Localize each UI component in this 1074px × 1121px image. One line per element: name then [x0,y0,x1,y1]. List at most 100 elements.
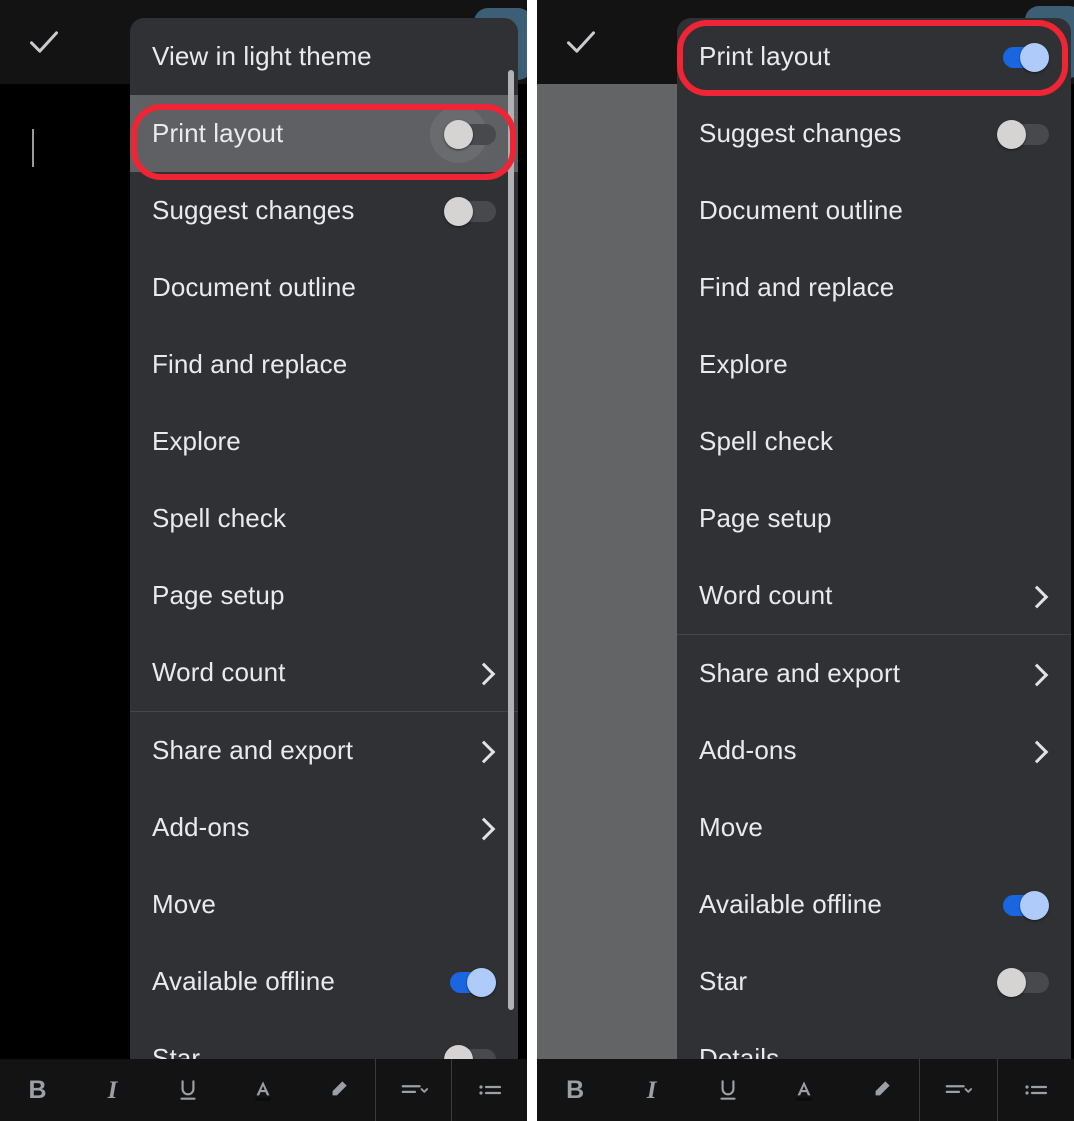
chevron-right-icon [474,740,496,762]
menu-item-star[interactable]: Star [677,943,1071,1020]
underline-icon [720,1080,736,1100]
bold-icon: B [566,1075,585,1104]
underline-button[interactable] [150,1059,225,1121]
menu-item-view-in-light-theme[interactable]: View in light theme [130,18,518,95]
star-toggle[interactable] [997,967,1049,997]
menu-item-explore[interactable]: Explore [130,403,518,480]
screenshot-stage: View in light theme Print layout Suggest… [0,0,1074,1121]
menu-item-label: View in light theme [152,41,372,71]
menu-item-add-ons[interactable]: Add-ons [130,789,518,866]
menu-item-spell-check[interactable]: Spell check [677,403,1071,480]
menu-item-suggest-changes[interactable]: Suggest changes [677,95,1071,172]
menu-item-label: Find and replace [152,349,348,379]
available-offline-toggle[interactable] [444,967,496,997]
menu-item-label: Available offline [152,966,335,996]
align-button[interactable] [919,1059,996,1121]
menu-item-find-and-replace[interactable]: Find and replace [130,326,518,403]
menu-item-suggest-changes[interactable]: Suggest changes [130,172,518,249]
menu-item-page-setup[interactable]: Page setup [130,557,518,634]
highlight-button[interactable] [843,1059,919,1121]
menu-item-label: Move [152,889,216,919]
menu-item-label: Word count [152,657,286,687]
menu-item-word-count[interactable]: Word count [130,634,518,711]
suggest-changes-toggle[interactable] [444,196,496,226]
options-menu-before[interactable]: View in light theme Print layout Suggest… [130,18,518,1100]
highlight-button[interactable] [300,1059,375,1121]
menu-item-label: Find and replace [699,272,895,302]
italic-button[interactable]: I [75,1059,150,1121]
bulleted-list-button[interactable] [996,1059,1074,1121]
options-menu-after[interactable]: Print layout Suggest changes Document ou… [677,18,1071,1100]
menu-item-label: Share and export [152,735,354,765]
bulleted-list-button[interactable] [451,1059,527,1121]
menu-item-print-layout[interactable]: Print layout [130,95,518,172]
menu-item-word-count[interactable]: Word count [677,557,1071,634]
menu-item-label: Add-ons [699,735,797,765]
toggle-thumb [1020,890,1049,920]
menu-item-available-offline[interactable]: Available offline [677,866,1071,943]
menu-item-spell-check[interactable]: Spell check [130,480,518,557]
chevron-right-icon [1027,585,1049,607]
text-color-button[interactable] [766,1059,842,1121]
menu-item-label: Available offline [699,889,882,919]
available-offline-toggle[interactable] [997,890,1049,920]
chevron-right-icon [1027,740,1049,762]
align-icon [401,1085,428,1093]
menu-scrollbar[interactable] [508,70,514,1010]
menu-item-label: Explore [699,349,788,379]
text-caret [32,129,34,167]
menu-item-label: Page setup [152,580,285,610]
menu-item-label: Word count [699,580,833,610]
format-toolbar-before[interactable]: B I [0,1059,527,1121]
menu-item-document-outline[interactable]: Document outline [677,172,1071,249]
menu-item-print-layout[interactable]: Print layout [677,18,1071,95]
bold-button[interactable]: B [537,1059,613,1121]
menu-item-label: Spell check [699,426,834,456]
menu-item-share-and-export[interactable]: Share and export [677,635,1071,712]
menu-item-label: Suggest changes [699,118,902,148]
toggle-thumb [997,967,1026,997]
bold-button[interactable]: B [0,1059,75,1121]
menu-item-label: Document outline [152,272,356,302]
format-toolbar-after[interactable]: B I [537,1059,1074,1121]
menu-item-label: Document outline [699,195,903,225]
align-icon [945,1085,973,1093]
italic-button[interactable]: I [613,1059,689,1121]
align-button[interactable] [375,1059,451,1121]
underline-icon [179,1080,196,1100]
menu-item-find-and-replace[interactable]: Find and replace [677,249,1071,326]
chevron-right-icon [474,662,496,684]
chevron-right-icon [474,817,496,839]
menu-item-label: Print layout [152,118,284,148]
underline-button[interactable] [690,1059,766,1121]
menu-item-add-ons[interactable]: Add-ons [677,712,1071,789]
menu-item-label: Move [699,812,763,842]
menu-item-label: Share and export [699,658,901,688]
document-page [537,84,677,1059]
print-layout-toggle[interactable] [430,105,496,163]
italic-icon: I [646,1076,657,1104]
bulleted-list-icon [478,1085,501,1095]
menu-item-share-and-export[interactable]: Share and export [130,712,518,789]
toggle-thumb [1020,42,1049,72]
menu-item-label: Star [699,966,748,996]
menu-item-available-offline[interactable]: Available offline [130,943,518,1020]
chevron-right-icon [1027,663,1049,685]
menu-item-move[interactable]: Move [130,866,518,943]
text-color-icon [254,1081,271,1101]
toggle-thumb [467,967,496,997]
toggle-thumb [444,196,473,226]
menu-item-label: Add-ons [152,812,250,842]
check-icon[interactable] [561,22,601,62]
menu-item-move[interactable]: Move [677,789,1071,866]
menu-item-label: Page setup [699,503,832,533]
print-layout-toggle[interactable] [997,42,1049,72]
suggest-changes-toggle[interactable] [997,119,1049,149]
text-color-button[interactable] [225,1059,300,1121]
menu-item-explore[interactable]: Explore [677,326,1071,403]
panel-separator [527,0,537,1121]
bulleted-list-icon [1025,1085,1047,1095]
menu-item-page-setup[interactable]: Page setup [677,480,1071,557]
menu-item-document-outline[interactable]: Document outline [130,249,518,326]
check-icon[interactable] [24,22,64,62]
